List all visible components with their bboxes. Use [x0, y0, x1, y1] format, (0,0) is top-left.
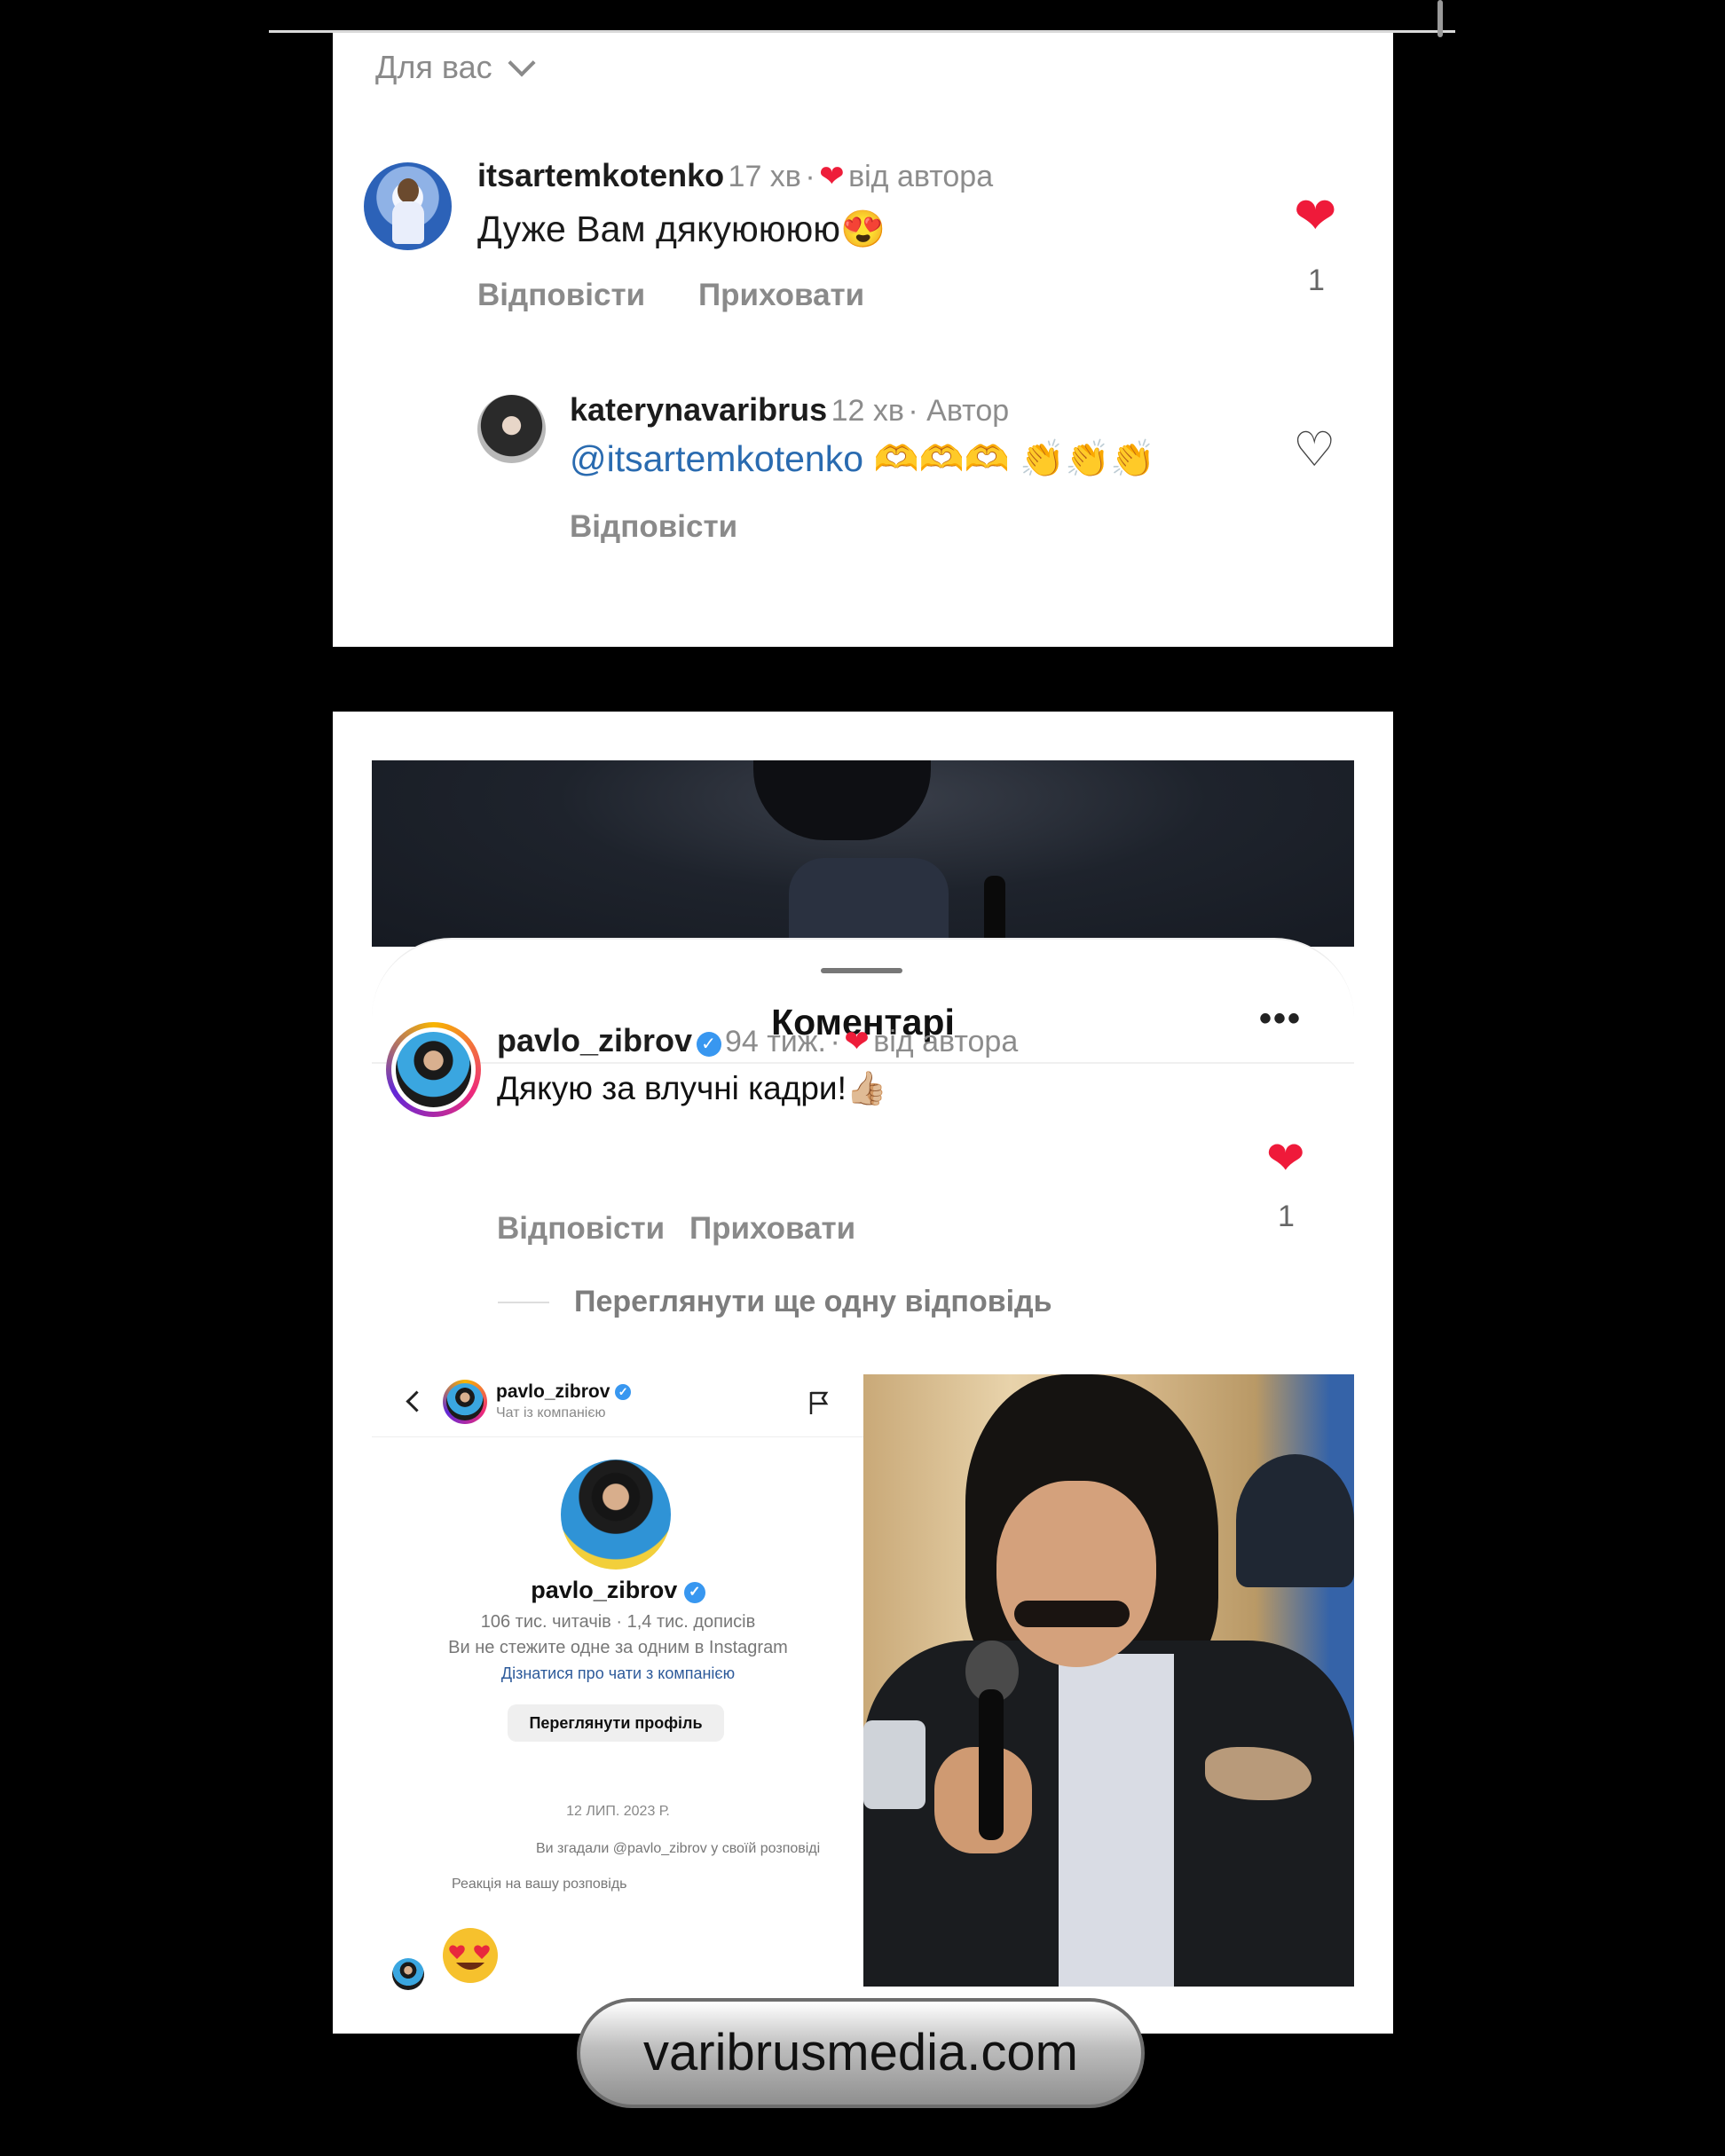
- liked-by-author-label: від автора: [873, 1025, 1019, 1058]
- like-count: 1: [1308, 264, 1325, 297]
- heart-eyes-emoji-icon: [443, 1928, 498, 1983]
- comment-header: pavlo_zibrov ✓ 94 тиж. · ❤ від автора: [497, 1022, 1018, 1059]
- comment-username[interactable]: itsartemkotenko: [477, 157, 724, 193]
- avatar-body-shape: [392, 201, 424, 244]
- hide-button[interactable]: Приховати: [698, 278, 864, 313]
- sort-filter-label: Для вас: [375, 49, 492, 85]
- reply-button[interactable]: Відповісти: [497, 1211, 665, 1247]
- sort-filter-dropdown[interactable]: Для вас: [375, 49, 536, 86]
- comment-time: 17 хв: [728, 160, 801, 193]
- mention-link[interactable]: @itsartemkotenko: [570, 438, 863, 479]
- reply-button[interactable]: Відповісти: [570, 509, 737, 545]
- comments-panel-bottom: Коментарі ••• pavlo_zibrov ✓ 94 тиж. · ❤…: [333, 712, 1393, 2034]
- chat-avatar[interactable]: [443, 1380, 487, 1424]
- profile-avatar-large[interactable]: [561, 1460, 671, 1570]
- sheet-divider: [372, 1062, 1354, 1064]
- heart-eyes-emoji: 😍: [840, 209, 886, 249]
- comment-header: itsartemkotenko 17 хв · ❤ від автора: [477, 157, 993, 194]
- more-options-icon[interactable]: •••: [1259, 999, 1302, 1039]
- comment-text-body: Дякую за влучні кадри!: [497, 1070, 847, 1106]
- back-arrow-icon[interactable]: [406, 1390, 428, 1412]
- follow-status: Ви не стежите одне за одним в Instagram: [448, 1638, 788, 1657]
- photo-shirt-shape: [1059, 1654, 1174, 1987]
- separator-dot: ·: [830, 1025, 840, 1058]
- flag-icon[interactable]: [808, 1390, 830, 1415]
- chat-header-divider: [372, 1436, 864, 1437]
- photo-background-person: [1236, 1454, 1354, 1587]
- liked-by-author-label: від автора: [848, 160, 994, 193]
- heart-filled-icon[interactable]: ❤: [1266, 1136, 1305, 1182]
- photo-shirt-shape: [789, 858, 949, 947]
- avatar-head-shape: [398, 178, 419, 203]
- view-replies-line: [498, 1302, 549, 1303]
- chat-screenshot: pavlo_zibrov ✓ Чат із компанією pavlo_zi…: [372, 1374, 864, 1991]
- comment-text: Дякую за влучні кадри!👍🏼: [497, 1070, 887, 1108]
- reply-header: katerynavaribrus 12 хв · Автор: [570, 391, 1009, 429]
- comment-username[interactable]: pavlo_zibrov: [497, 1022, 692, 1058]
- comment-time: 94 тиж.: [724, 1025, 826, 1058]
- photo-mustache-shape: [1014, 1601, 1130, 1627]
- verified-badge-icon: ✓: [615, 1384, 632, 1400]
- author-heart-icon: ❤: [819, 160, 845, 193]
- photo-face-shape: [996, 1481, 1156, 1667]
- sheet-grabber-handle[interactable]: [821, 968, 902, 973]
- chat-username: pavlo_zibrov ✓: [496, 1381, 632, 1403]
- comments-panel-top: Для вас itsartemkotenko 17 хв · ❤ від ав…: [333, 33, 1393, 647]
- reply-button[interactable]: Відповісти: [477, 278, 645, 313]
- chat-username-text: pavlo_zibrov: [496, 1381, 610, 1402]
- author-heart-icon: ❤: [844, 1025, 870, 1058]
- author-tag: · Автор: [908, 394, 1010, 428]
- comment-text-body: Дуже Вам дякуюююю: [477, 209, 840, 249]
- background-video-frame: [372, 760, 1354, 947]
- verified-badge-icon: ✓: [696, 1032, 721, 1057]
- watermark-label: varibrusmedia.com: [577, 1998, 1145, 2108]
- view-more-replies-button[interactable]: Переглянути ще одну відповідь: [574, 1285, 1052, 1319]
- reply-time: 12 хв: [831, 394, 904, 428]
- profile-name: pavlo_zibrov ✓: [372, 1577, 864, 1604]
- story-mention-note: Ви згадали @pavlo_zibrov у своїй розпові…: [536, 1841, 821, 1856]
- avatar-itsartemkotenko[interactable]: [364, 162, 452, 250]
- chat-subtitle: Чат із компанією: [496, 1405, 606, 1420]
- avatar-katerynavaribrus[interactable]: [477, 395, 546, 463]
- like-count: 1: [1278, 1200, 1295, 1233]
- avatar-pavlo-zibrov[interactable]: [386, 1022, 481, 1117]
- story-reaction-note: Реакція на вашу розповідь: [452, 1877, 627, 1892]
- comment-text: Дуже Вам дякуюююю😍: [477, 209, 886, 251]
- heart-filled-icon[interactable]: ❤: [1294, 191, 1337, 242]
- profile-name-text: pavlo_zibrov: [531, 1577, 678, 1603]
- photo-mic-handle-shape: [979, 1689, 1004, 1840]
- reply-username[interactable]: katerynavaribrus: [570, 391, 827, 428]
- thumbs-up-emoji: 👍🏼: [846, 1070, 887, 1106]
- photo-mic-shape: [984, 876, 1005, 947]
- chevron-down-icon: [508, 49, 536, 77]
- photo-badge-shape: [863, 1720, 926, 1809]
- sender-avatar: [392, 1958, 424, 1990]
- reply-text: @itsartemkotenko 🫶🫶🫶 👏👏👏: [570, 438, 1155, 481]
- scroll-indicator: [1438, 0, 1443, 37]
- reply-emojis: 🫶🫶🫶 👏👏👏: [873, 438, 1156, 479]
- view-profile-button[interactable]: Переглянути профіль: [508, 1704, 724, 1742]
- portrait-photo: [863, 1374, 1354, 1987]
- separator-dot: ·: [805, 160, 815, 193]
- profile-stats: 106 тис. читачів · 1,4 тис. дописів: [480, 1612, 756, 1632]
- verified-badge-icon: ✓: [683, 1582, 705, 1603]
- avatar-photo: [396, 1032, 471, 1107]
- photo-hair-shape: [753, 760, 931, 840]
- heart-outline-icon[interactable]: ♡: [1293, 426, 1335, 474]
- avatar-photo: [446, 1383, 484, 1420]
- learn-more-link[interactable]: Дізнатися про чати з компанією: [372, 1664, 864, 1683]
- hide-button[interactable]: Приховати: [689, 1211, 855, 1247]
- chat-date: 12 ЛИП. 2023 Р.: [566, 1804, 670, 1819]
